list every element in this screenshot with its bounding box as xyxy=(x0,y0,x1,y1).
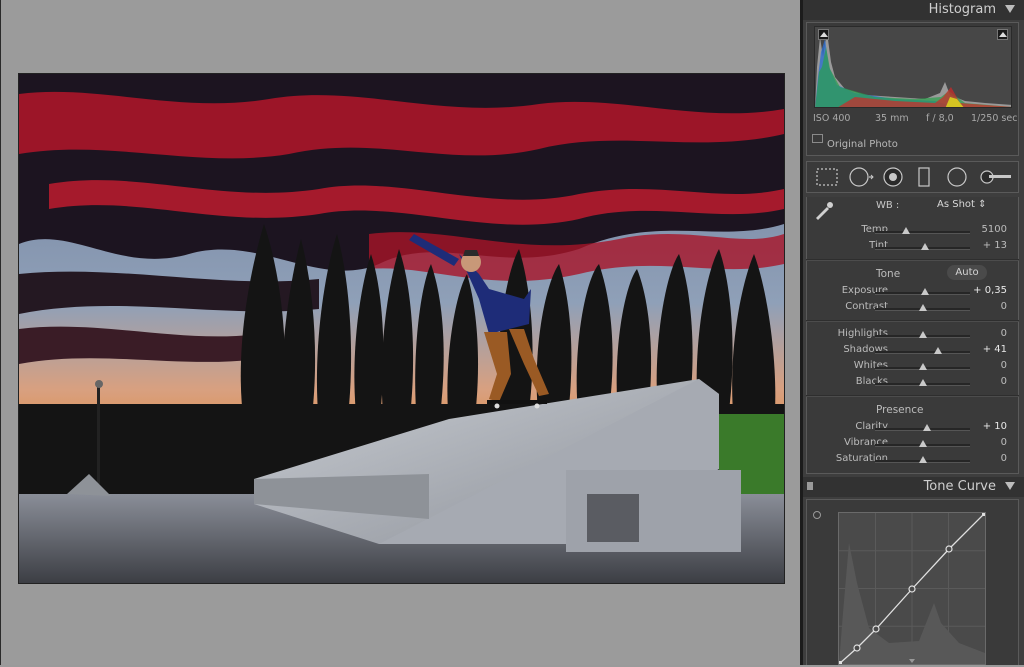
original-photo-icon xyxy=(812,134,823,143)
divider xyxy=(806,259,1019,261)
exif-aperture: f / 8,0 xyxy=(926,113,954,124)
tint-value[interactable]: + 13 xyxy=(983,240,1007,251)
red-eye-icon[interactable] xyxy=(883,167,903,187)
wb-preset-dropdown[interactable]: As Shot ⇕ xyxy=(937,199,987,210)
tint-slider-thumb[interactable] xyxy=(921,243,930,250)
image-canvas xyxy=(0,0,801,665)
divider xyxy=(806,395,1019,397)
exif-shutter: 1/250 sec xyxy=(971,113,1018,124)
histogram-title: Histogram xyxy=(928,2,996,17)
radial-filter-icon[interactable] xyxy=(947,167,967,187)
exif-focal-length: 35 mm xyxy=(875,113,909,124)
contrast-slider[interactable] xyxy=(875,304,970,311)
vibrance-slider[interactable] xyxy=(875,440,970,447)
vibrance-slider-thumb[interactable] xyxy=(918,440,927,447)
shadows-slider-thumb[interactable] xyxy=(933,347,942,354)
temp-slider-thumb[interactable] xyxy=(902,227,911,234)
saturation-slider-thumb[interactable] xyxy=(918,456,927,463)
blacks-slider-thumb[interactable] xyxy=(918,379,927,386)
contrast-value[interactable]: 0 xyxy=(1001,301,1007,312)
panel-switch-icon[interactable] xyxy=(807,482,813,490)
saturation-value[interactable]: 0 xyxy=(1001,453,1007,464)
divider xyxy=(806,320,1019,322)
exposure-slider-thumb[interactable] xyxy=(921,288,930,295)
exif-iso: ISO 400 xyxy=(813,113,851,124)
collapse-triangle-icon[interactable] xyxy=(1005,482,1015,490)
updown-arrow-icon: ⇕ xyxy=(978,199,987,210)
exposure-slider[interactable] xyxy=(875,288,970,295)
saturation-slider[interactable] xyxy=(875,456,970,463)
tone-curve-title: Tone Curve xyxy=(923,479,996,494)
histogram-header[interactable]: Histogram xyxy=(803,0,1024,20)
spot-removal-icon[interactable] xyxy=(849,167,874,187)
temp-value[interactable]: 5100 xyxy=(982,224,1007,235)
histogram-graph[interactable] xyxy=(814,26,1012,108)
blacks-value[interactable]: 0 xyxy=(1001,376,1007,387)
shadows-slider[interactable] xyxy=(875,347,970,354)
tool-strip xyxy=(806,161,1019,193)
highlights-slider-thumb[interactable] xyxy=(918,331,927,338)
wb-label: WB : xyxy=(876,200,900,211)
whites-slider-thumb[interactable] xyxy=(918,363,927,370)
clarity-slider-thumb[interactable] xyxy=(923,424,932,431)
curve-slider-marker-icon[interactable] xyxy=(909,659,915,663)
develop-right-panel: Histogram ISO 400 35 mm f / 8,0 1/250 se… xyxy=(803,0,1024,665)
photo-preview[interactable] xyxy=(19,74,784,583)
blacks-slider[interactable] xyxy=(875,379,970,386)
graduated-filter-icon[interactable] xyxy=(918,167,930,187)
temp-slider[interactable] xyxy=(875,227,970,234)
shadows-value[interactable]: + 41 xyxy=(983,344,1007,355)
highlights-slider[interactable] xyxy=(875,331,970,338)
white-balance-selector-icon[interactable] xyxy=(813,199,835,220)
collapse-triangle-icon[interactable] xyxy=(1005,5,1015,13)
highlight-clipping-button[interactable] xyxy=(997,29,1008,40)
contrast-slider-thumb[interactable] xyxy=(918,304,927,311)
crop-overlay-icon[interactable] xyxy=(816,168,838,186)
auto-tone-button[interactable]: Auto xyxy=(947,265,987,280)
adjustment-brush-icon[interactable] xyxy=(980,170,1011,184)
tint-slider[interactable] xyxy=(875,243,970,250)
clarity-slider[interactable] xyxy=(875,424,970,431)
tone-curve-header[interactable]: Tone Curve xyxy=(803,477,1024,497)
whites-value[interactable]: 0 xyxy=(1001,360,1007,371)
whites-slider[interactable] xyxy=(875,363,970,370)
tone-label: Tone xyxy=(876,268,901,280)
original-photo-label: Original Photo xyxy=(827,139,898,150)
presence-label: Presence xyxy=(876,404,924,416)
targeted-adjustment-icon[interactable] xyxy=(813,511,821,519)
vibrance-value[interactable]: 0 xyxy=(1001,437,1007,448)
wb-preset-value: As Shot xyxy=(937,199,975,210)
clarity-value[interactable]: + 10 xyxy=(983,421,1007,432)
highlights-value[interactable]: 0 xyxy=(1001,328,1007,339)
shadow-clipping-button[interactable] xyxy=(818,29,829,40)
histogram-panel: ISO 400 35 mm f / 8,0 1/250 sec Original… xyxy=(806,22,1019,156)
exposure-value[interactable]: + 0,35 xyxy=(973,285,1007,296)
tone-curve-graph[interactable] xyxy=(838,512,986,665)
